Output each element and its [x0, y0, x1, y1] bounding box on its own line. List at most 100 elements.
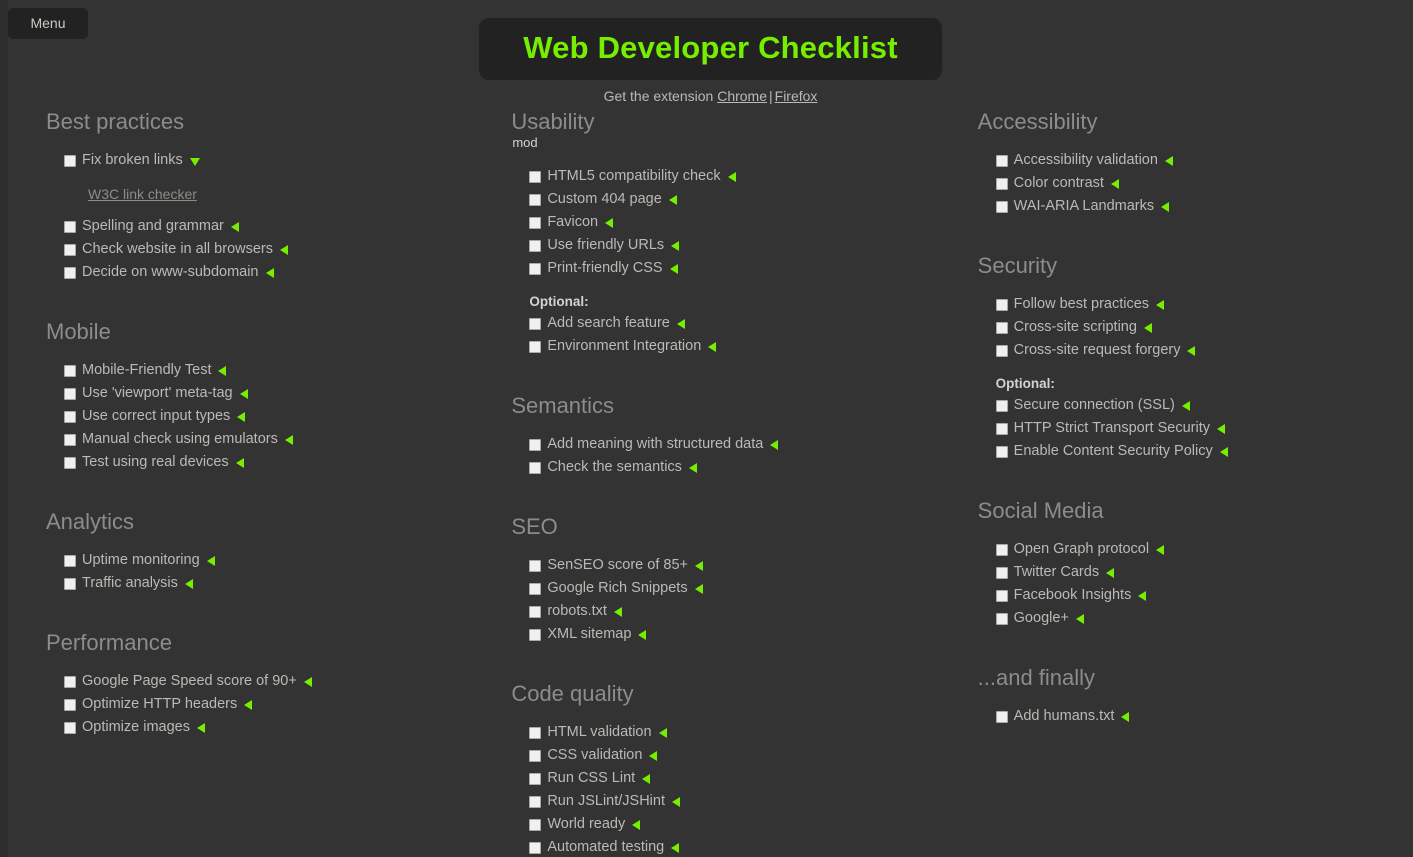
checklist-item-label[interactable]: Manual check using emulators — [82, 428, 278, 451]
checklist-checkbox[interactable] — [995, 177, 1008, 190]
checklist-checkbox[interactable] — [529, 262, 542, 275]
checklist-item-label[interactable]: Automated testing — [547, 836, 664, 857]
checklist-checkbox[interactable] — [529, 239, 542, 252]
checklist-item-label[interactable]: Mobile-Friendly Test — [82, 359, 211, 382]
left-triangle-icon[interactable] — [672, 796, 680, 807]
left-triangle-icon[interactable] — [770, 439, 779, 450]
checklist-checkbox[interactable] — [64, 721, 76, 734]
checklist-item-label[interactable]: Run JSLint/JSHint — [547, 790, 665, 813]
left-triangle-icon[interactable] — [642, 773, 651, 784]
checklist-item-label[interactable]: HTML5 compatibility check — [547, 165, 720, 188]
checklist-checkbox[interactable] — [529, 438, 542, 451]
checklist-checkbox[interactable] — [995, 344, 1008, 357]
left-triangle-icon[interactable] — [613, 606, 622, 617]
checklist-item-label[interactable]: HTML validation — [547, 721, 651, 744]
left-triangle-icon[interactable] — [1121, 711, 1130, 722]
checklist-checkbox[interactable] — [529, 818, 542, 831]
checklist-item-label[interactable]: Follow best practices — [1014, 293, 1149, 316]
left-triangle-icon[interactable] — [1161, 201, 1170, 212]
checklist-checkbox[interactable] — [995, 298, 1008, 311]
checklist-item-label[interactable]: Add humans.txt — [1014, 705, 1115, 728]
left-triangle-icon[interactable] — [632, 819, 641, 830]
left-triangle-icon[interactable] — [1156, 544, 1165, 555]
left-triangle-icon[interactable] — [1181, 400, 1190, 411]
left-triangle-icon[interactable] — [658, 727, 667, 738]
checklist-item-label[interactable]: SenSEO score of 85+ — [547, 554, 688, 577]
checklist-checkbox[interactable] — [529, 317, 542, 330]
checklist-item-label[interactable]: Check website in all browsers — [82, 238, 273, 261]
left-triangle-icon[interactable] — [1156, 299, 1165, 310]
checklist-checkbox[interactable] — [529, 461, 542, 474]
checklist-checkbox[interactable] — [64, 577, 76, 590]
left-triangle-icon[interactable] — [708, 341, 717, 352]
left-triangle-icon[interactable] — [1143, 322, 1152, 333]
firefox-extension-link[interactable]: Firefox — [775, 88, 818, 104]
checklist-item-label[interactable]: Add meaning with structured data — [547, 433, 763, 456]
checklist-item-label[interactable]: Cross-site scripting — [1014, 316, 1137, 339]
checklist-checkbox[interactable] — [529, 216, 542, 229]
left-triangle-icon[interactable] — [1219, 446, 1228, 457]
checklist-checkbox[interactable] — [64, 433, 76, 446]
left-triangle-icon[interactable] — [1217, 423, 1225, 434]
checklist-checkbox[interactable] — [64, 266, 76, 279]
left-triangle-icon[interactable] — [694, 583, 703, 594]
checklist-checkbox[interactable] — [64, 220, 76, 233]
left-triangle-icon[interactable] — [649, 750, 658, 761]
checklist-checkbox[interactable] — [995, 566, 1008, 579]
checklist-checkbox[interactable] — [995, 321, 1008, 334]
checklist-item-label[interactable]: Google Rich Snippets — [547, 577, 687, 600]
checklist-checkbox[interactable] — [995, 589, 1008, 602]
checklist-checkbox[interactable] — [529, 772, 542, 785]
left-triangle-icon[interactable] — [676, 318, 685, 329]
checklist-checkbox[interactable] — [64, 410, 76, 423]
checklist-item-label[interactable]: robots.txt — [547, 600, 607, 623]
left-triangle-icon[interactable] — [688, 462, 697, 473]
checklist-item-label[interactable]: CSS validation — [547, 744, 642, 767]
left-triangle-icon[interactable] — [230, 221, 239, 232]
checklist-checkbox[interactable] — [995, 543, 1008, 556]
left-triangle-icon[interactable] — [237, 411, 246, 422]
checklist-checkbox[interactable] — [64, 243, 76, 256]
left-triangle-icon[interactable] — [1164, 155, 1173, 166]
left-triangle-icon[interactable] — [1075, 613, 1084, 624]
checklist-item-label[interactable]: Run CSS Lint — [547, 767, 635, 790]
checklist-item-label[interactable]: Use 'viewport' meta-tag — [82, 382, 233, 405]
checklist-checkbox[interactable] — [529, 749, 542, 762]
left-triangle-icon[interactable] — [184, 578, 193, 589]
checklist-checkbox[interactable] — [995, 154, 1008, 167]
checklist-item-label[interactable]: Traffic analysis — [82, 572, 178, 595]
checklist-item-label[interactable]: Open Graph protocol — [1014, 538, 1149, 561]
left-triangle-icon[interactable] — [1138, 590, 1147, 601]
checklist-checkbox[interactable] — [995, 200, 1008, 213]
checklist-checkbox[interactable] — [995, 612, 1008, 625]
left-triangle-icon[interactable] — [727, 171, 736, 182]
checklist-checkbox[interactable] — [529, 340, 542, 353]
checklist-item-label[interactable]: Custom 404 page — [547, 188, 661, 211]
left-triangle-icon[interactable] — [671, 842, 680, 853]
checklist-checkbox[interactable] — [995, 710, 1008, 723]
checklist-checkbox[interactable] — [64, 554, 76, 567]
left-triangle-icon[interactable] — [206, 555, 215, 566]
checklist-item-label[interactable]: Optimize images — [82, 716, 190, 739]
left-triangle-icon[interactable] — [244, 699, 253, 710]
checklist-item-label[interactable]: Google Page Speed score of 90+ — [82, 670, 297, 693]
checklist-item-label[interactable]: Environment Integration — [547, 335, 701, 358]
left-triangle-icon[interactable] — [196, 722, 205, 733]
left-triangle-icon[interactable] — [235, 457, 244, 468]
left-triangle-icon[interactable] — [1110, 178, 1119, 189]
checklist-checkbox[interactable] — [529, 559, 542, 572]
left-triangle-icon[interactable] — [239, 388, 248, 399]
checklist-item-label[interactable]: Add search feature — [547, 312, 670, 335]
checklist-item-label[interactable]: XML sitemap — [547, 623, 631, 646]
checklist-checkbox[interactable] — [64, 698, 76, 711]
left-triangle-icon[interactable] — [303, 676, 312, 687]
checklist-item-label[interactable]: Uptime monitoring — [82, 549, 200, 572]
checklist-item-label[interactable]: Facebook Insights — [1014, 584, 1132, 607]
checklist-checkbox[interactable] — [529, 795, 542, 808]
checklist-checkbox[interactable] — [64, 154, 76, 167]
detail-resource-link[interactable]: W3C link checker — [88, 186, 197, 202]
left-triangle-icon[interactable] — [265, 267, 274, 278]
checklist-checkbox[interactable] — [64, 364, 76, 377]
checklist-checkbox[interactable] — [529, 193, 542, 206]
left-triangle-icon[interactable] — [694, 560, 703, 571]
